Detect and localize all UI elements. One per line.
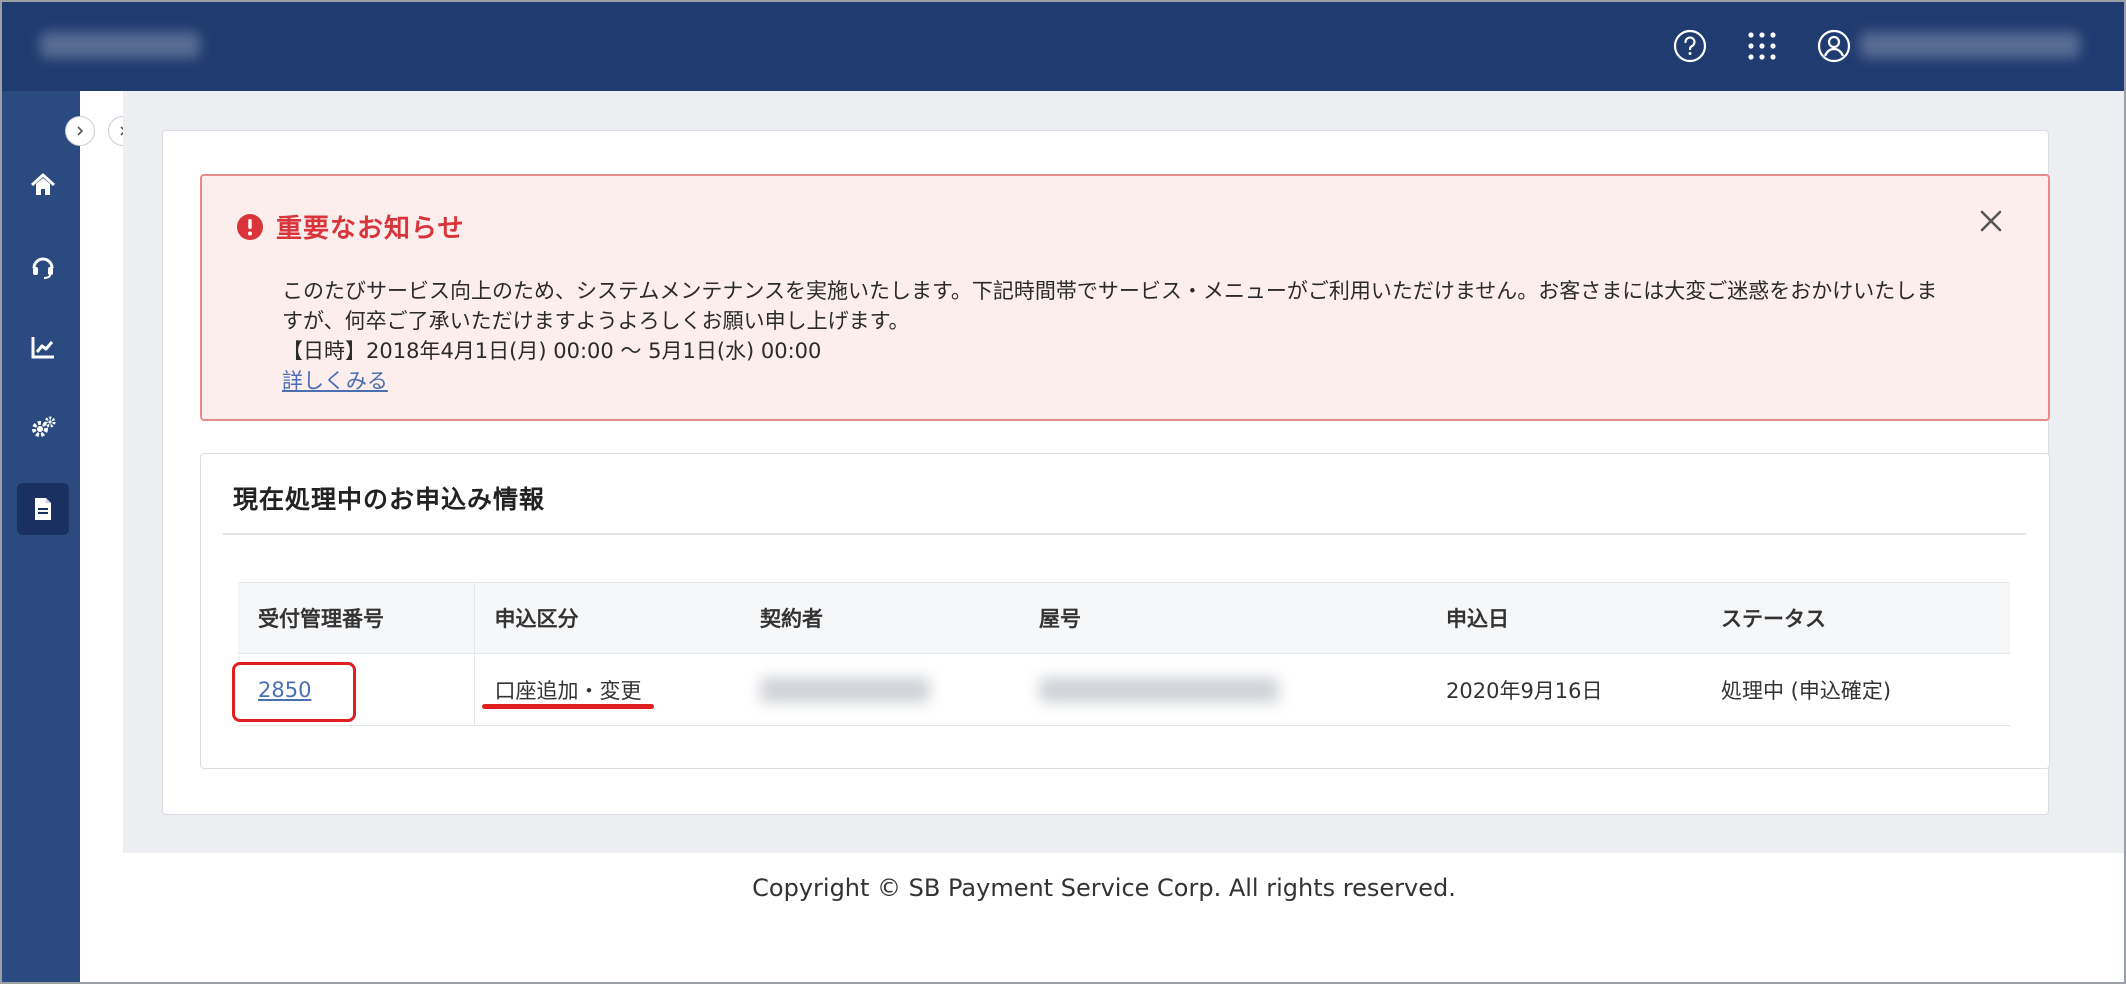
column-header: 契約者 <box>740 582 1019 654</box>
trade-name-blurred <box>1039 676 1279 703</box>
column-header: 申込区分 <box>474 582 740 654</box>
document-icon <box>35 498 51 520</box>
gears-icon <box>32 416 56 437</box>
notice-title: 重要なお知らせ <box>276 214 465 244</box>
user-circle-icon[interactable] <box>1816 28 1852 64</box>
notice-line: すが、何卒ご了承いただけますようよろしくお願い申し上げます。 <box>282 309 910 333</box>
sidebar-item-settings[interactable] <box>17 402 69 454</box>
panel-title: 現在処理中のお申込み情報 <box>233 485 546 514</box>
column-header: 屋号 <box>1019 582 1426 654</box>
highlight-box <box>232 662 356 722</box>
sidebar-collapse-toggle[interactable] <box>65 116 95 146</box>
important-notice: 重要なお知らせ このたびサービス向上のため、システムメンテナンスを実施いたします… <box>200 174 2050 421</box>
top-header <box>2 2 2124 91</box>
cell-trade-name <box>1019 653 1426 726</box>
cell-status: 処理中 (申込確定) <box>1701 653 2010 726</box>
cell-date: 2020年9月16日 <box>1426 653 1701 726</box>
app-window: 重要なお知らせ このたびサービス向上のため、システムメンテナンスを実施いたします… <box>0 0 2126 984</box>
brand-logo-blurred <box>40 32 200 58</box>
table-header-row: 受付管理番号 申込区分 契約者 屋号 申込日 ステータス <box>238 582 2010 654</box>
chevron-right-icon <box>77 126 84 136</box>
sidebar-item-reports[interactable] <box>17 321 69 373</box>
sidebar-item-home[interactable] <box>17 159 69 211</box>
column-header: 申込日 <box>1426 582 1701 654</box>
notice-body: このたびサービス向上のため、システムメンテナンスを実施いたします。下記時間帯でサ… <box>282 276 2002 396</box>
contractor-blurred <box>760 676 930 703</box>
column-header: 受付管理番号 <box>238 582 475 654</box>
notice-details-link[interactable]: 詳しくみる <box>282 366 388 396</box>
chart-icon <box>31 337 54 359</box>
home-icon <box>30 173 56 195</box>
notice-header: 重要なお知らせ <box>236 208 464 245</box>
divider <box>223 533 2026 535</box>
user-name-blurred[interactable] <box>1860 32 2080 58</box>
close-icon[interactable] <box>1974 204 2008 238</box>
sidebar-item-applications[interactable] <box>17 483 69 535</box>
table-row: 2850 口座追加・変更 2020年9月16日 処理中 (申込確定) <box>238 653 2010 726</box>
help-circle-icon[interactable] <box>1672 28 1708 64</box>
sidebar-nav <box>2 91 80 982</box>
notice-datetime: 【日時】2018年4月1日(月) 00:00 〜 5月1日(水) 00:00 <box>282 339 822 363</box>
cell-type: 口座追加・変更 <box>474 653 740 726</box>
column-header: ステータス <box>1701 582 2010 654</box>
apps-grid-icon[interactable] <box>1744 28 1780 64</box>
footer-copyright: Copyright © SB Payment Service Corp. All… <box>752 874 1456 902</box>
headset-icon <box>32 257 54 279</box>
exclamation-circle-icon <box>236 213 264 241</box>
cell-contractor <box>740 653 1019 726</box>
notice-line: このたびサービス向上のため、システムメンテナンスを実施いたします。下記時間帯でサ… <box>282 279 1938 303</box>
highlight-underline <box>482 704 654 709</box>
applications-panel: 現在処理中のお申込み情報 受付管理番号 申込区分 契約者 屋号 申込日 ステータ… <box>200 453 2050 769</box>
sidebar-item-support[interactable] <box>17 240 69 292</box>
